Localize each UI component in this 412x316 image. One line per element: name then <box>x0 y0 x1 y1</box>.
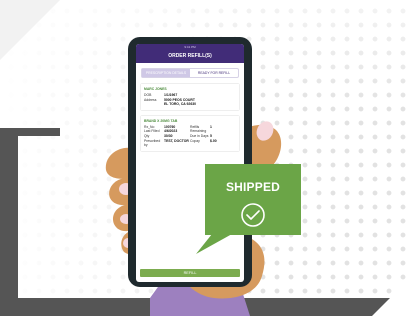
check-circle-icon <box>241 203 265 227</box>
corner-accent-bottom <box>372 276 412 316</box>
check-layer <box>241 203 265 227</box>
